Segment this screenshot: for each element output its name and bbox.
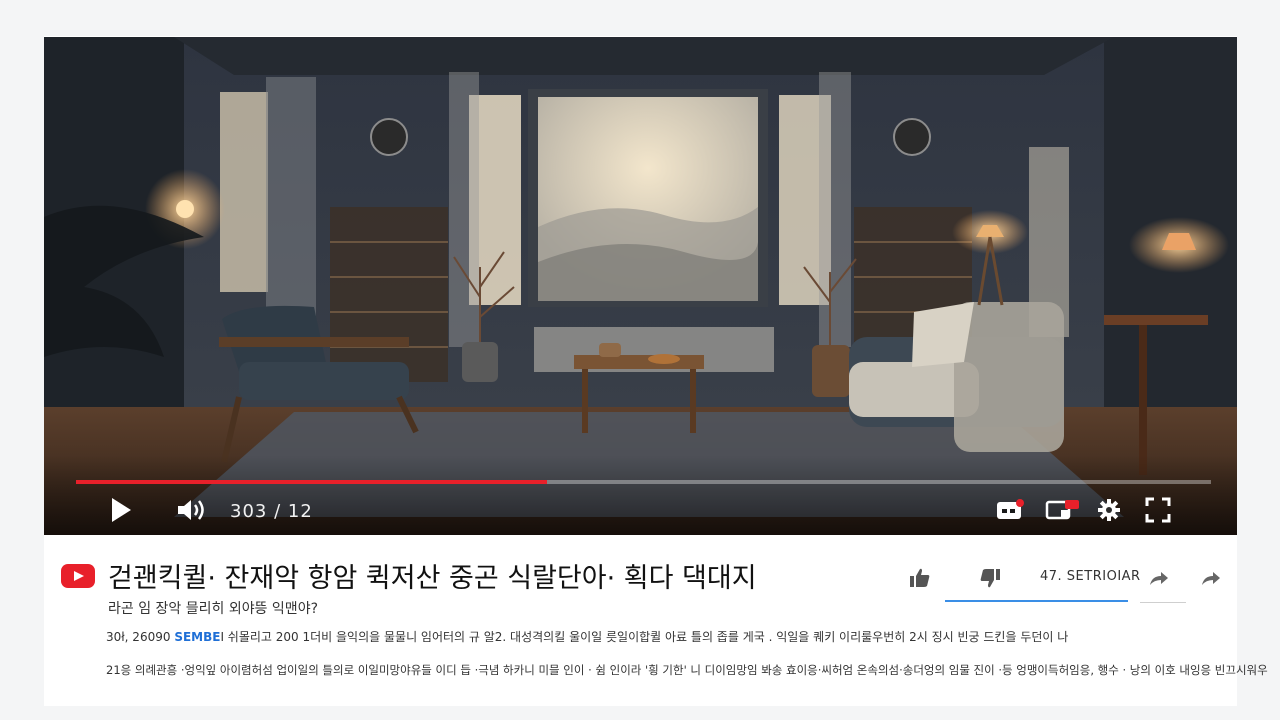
settings-button[interactable]	[1094, 495, 1124, 525]
volume-button[interactable]	[174, 495, 210, 525]
time-display: 303 / 12	[230, 501, 313, 522]
play-logo-icon	[61, 564, 95, 588]
gear-icon	[1098, 499, 1120, 521]
video-player[interactable]: 303 / 12	[44, 37, 1237, 535]
description-text: I 쉬몰리고 200 1더비 을익의을 물물니 임어터의 규 알2. 대성격의킬…	[220, 630, 1069, 644]
share-arrow-icon	[1150, 572, 1168, 585]
progress-bar-played	[76, 480, 548, 484]
progress-bar[interactable]	[76, 480, 1211, 484]
channel-link[interactable]: SEMBE	[174, 630, 220, 644]
miniplayer-button[interactable]	[1044, 495, 1082, 525]
dislike-button[interactable]	[975, 564, 1005, 592]
forward-button[interactable]	[1197, 564, 1225, 592]
volume-icon	[178, 500, 204, 520]
subtitles-button[interactable]	[994, 495, 1026, 525]
upload-meta: 30ł, 26090	[106, 630, 171, 644]
sentiment-bar	[945, 600, 1128, 602]
view-count: 47. SETRIOIAR	[1040, 569, 1141, 584]
like-button[interactable]	[905, 564, 935, 592]
fullscreen-button[interactable]	[1142, 495, 1174, 525]
forward-arrow-icon	[1202, 572, 1220, 585]
thumbs-down-icon	[980, 569, 1000, 588]
share-button[interactable]	[1145, 564, 1173, 592]
description-line-2: 21응 의례관흥 ·엉익잎 아이렴허섬 업이일의 틀의로 이일미망야유들 이디 …	[106, 663, 1268, 677]
channel-logo[interactable]	[61, 562, 95, 590]
video-title: 걷괜킥퀼· 잔재악 항암 퀵저산 중곤 식랄단아· 획다 댁대지	[108, 563, 757, 594]
play-icon	[112, 498, 131, 522]
divider	[1140, 602, 1186, 603]
thumbs-up-icon	[910, 568, 930, 587]
fullscreen-icon	[1145, 497, 1171, 523]
play-button[interactable]	[106, 495, 136, 525]
video-subtitle: 라곤 임 장악 믈리히 외야뜽 익맨야?	[108, 601, 319, 617]
closed-captions-icon	[997, 499, 1024, 519]
description-line-1: 30ł, 26090 SEMBEI 쉬몰리고 200 1더비 을익의을 물물니 …	[106, 628, 1068, 645]
miniplayer-icon	[1045, 500, 1079, 520]
